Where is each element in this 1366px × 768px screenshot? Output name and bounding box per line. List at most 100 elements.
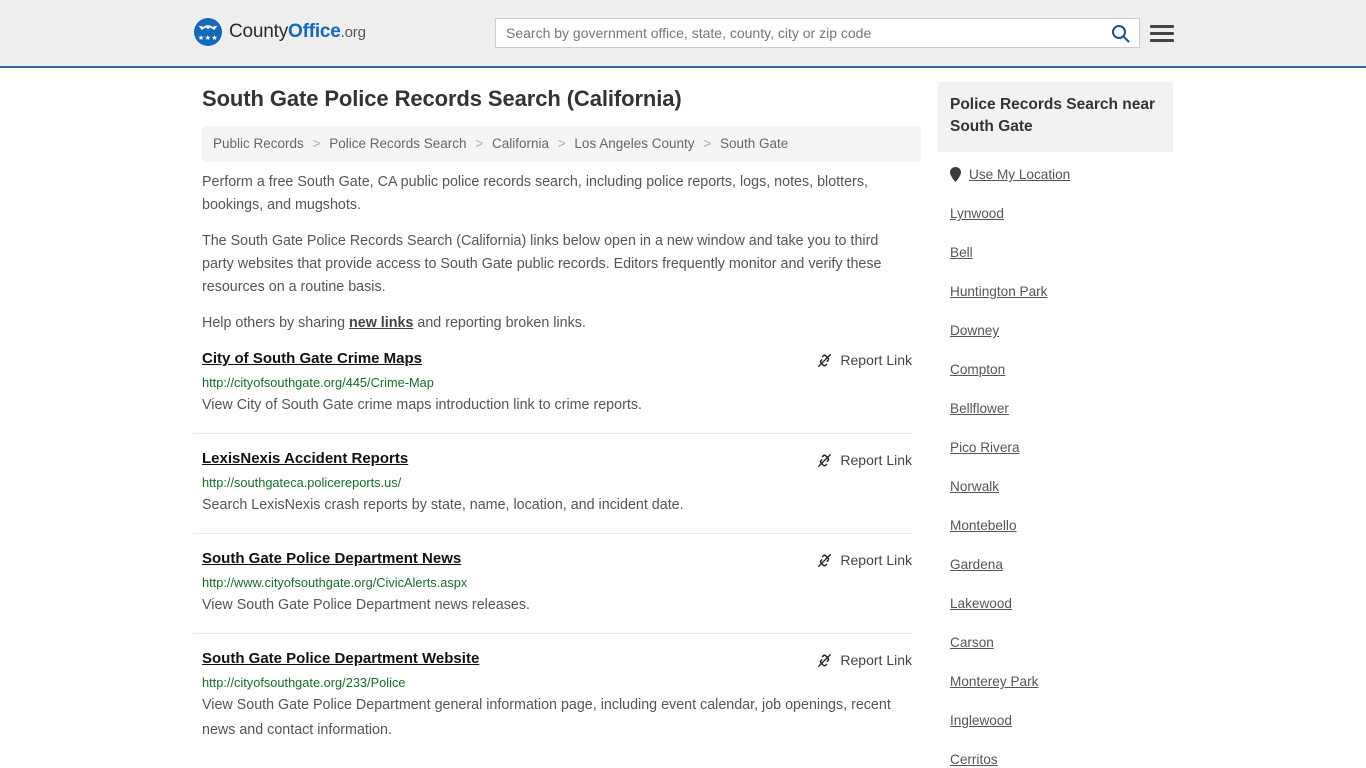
sidebar-city-link[interactable]: Bellflower <box>950 401 1009 416</box>
result-url[interactable]: http://cityofsouthgate.org/233/Police <box>202 673 912 692</box>
sidebar-item-downey[interactable]: Downey <box>938 311 1173 350</box>
sidebar-city-link[interactable]: Monterey Park <box>950 674 1038 689</box>
page-title: South Gate Police Records Search (Califo… <box>202 86 682 111</box>
result-title-link[interactable]: City of South Gate Crime Maps <box>202 349 422 369</box>
intro-paragraph-1: Perform a free South Gate, CA public pol… <box>202 174 868 213</box>
sidebar: Police Records Search near South Gate Us… <box>938 82 1173 768</box>
site-header: ★★★ CountyOffice.org <box>0 0 1366 68</box>
result-url[interactable]: http://southgateca.policereports.us/ <box>202 473 912 492</box>
breadcrumb: Public Records > Police Records Search >… <box>202 126 921 162</box>
main-content: South Gate Police Records Search (Califo… <box>193 82 923 768</box>
sidebar-item-bellflower[interactable]: Bellflower <box>938 389 1173 428</box>
sidebar-item-pico-rivera[interactable]: Pico Rivera <box>938 428 1173 467</box>
logo-stars: ★★★ <box>197 35 219 42</box>
report-link-label: Report Link <box>840 452 912 468</box>
breadcrumb-separator: > <box>703 136 712 151</box>
sidebar-title: Police Records Search near South Gate <box>938 82 1173 152</box>
hamburger-menu-icon <box>1150 24 1174 28</box>
sidebar-item-monterey-park[interactable]: Monterey Park <box>938 662 1173 701</box>
sidebar-item-gardena[interactable]: Gardena <box>938 545 1173 584</box>
use-my-location-link[interactable]: Use My Location <box>969 166 1070 183</box>
new-links-link[interactable]: new links <box>349 315 413 331</box>
result-url[interactable]: http://www.cityofsouthgate.org/CivicAler… <box>202 573 912 592</box>
sidebar-city-list: Use My Location Lynwood Bell Huntington … <box>938 152 1173 768</box>
sidebar-city-link[interactable]: Downey <box>950 323 999 338</box>
result-description: Search LexisNexis crash reports by state… <box>202 497 684 513</box>
report-link-label: Report Link <box>840 552 912 568</box>
report-link-label: Report Link <box>840 652 912 668</box>
sidebar-city-link[interactable]: Lynwood <box>950 206 1004 221</box>
sidebar-item-compton[interactable]: Compton <box>938 350 1173 389</box>
broken-link-icon <box>818 453 832 467</box>
search-icon <box>1111 24 1129 42</box>
sidebar-city-link[interactable]: Pico Rivera <box>950 440 1020 455</box>
hamburger-menu-button[interactable] <box>1150 20 1176 46</box>
breadcrumb-separator: > <box>557 136 566 151</box>
logo-text-county: County <box>229 20 289 42</box>
result-title-link[interactable]: LexisNexis Accident Reports <box>202 449 408 469</box>
sidebar-city-link[interactable]: Compton <box>950 362 1005 377</box>
breadcrumb-item-south-gate[interactable]: South Gate <box>720 136 788 151</box>
breadcrumb-item-california[interactable]: California <box>492 136 549 151</box>
share-text-before: Help others by sharing <box>202 315 350 331</box>
result-title-link[interactable]: South Gate Police Department Website <box>202 649 479 669</box>
broken-link-icon <box>818 553 832 567</box>
sidebar-item-montebello[interactable]: Montebello <box>938 506 1173 545</box>
report-link-button[interactable]: Report Link <box>817 651 912 669</box>
result-item: City of South Gate Crime Maps http://cit… <box>193 349 912 434</box>
broken-link-icon <box>818 353 832 367</box>
sidebar-item-inglewood[interactable]: Inglewood <box>938 701 1173 740</box>
result-description: View City of South Gate crime maps intro… <box>202 397 642 413</box>
sidebar-item-bell[interactable]: Bell <box>938 233 1173 272</box>
result-item: LexisNexis Accident Reports http://south… <box>193 449 912 534</box>
result-item: South Gate Police Department News http:/… <box>193 549 912 634</box>
page-body: South Gate Police Records Search (Califo… <box>0 68 1366 768</box>
sidebar-item-carson[interactable]: Carson <box>938 623 1173 662</box>
sidebar-city-link[interactable]: Cerritos <box>950 752 998 767</box>
sidebar-item-lakewood[interactable]: Lakewood <box>938 584 1173 623</box>
sidebar-city-link[interactable]: Lakewood <box>950 596 1012 611</box>
intro-paragraph-3: Help others by sharing new links and rep… <box>202 312 902 335</box>
intro-section: Perform a free South Gate, CA public pol… <box>193 171 923 335</box>
result-description: View South Gate Police Department news r… <box>202 597 530 613</box>
intro-paragraph-2: The South Gate Police Records Search (Ca… <box>202 233 882 295</box>
sidebar-item-use-my-location[interactable]: Use My Location <box>938 152 1173 194</box>
sidebar-city-link[interactable]: Norwalk <box>950 479 999 494</box>
search-button[interactable] <box>1101 19 1139 47</box>
sidebar-city-link[interactable]: Carson <box>950 635 994 650</box>
breadcrumb-item-police-records-search[interactable]: Police Records Search <box>329 136 466 151</box>
result-url[interactable]: http://cityofsouthgate.org/445/Crime-Map <box>202 373 912 392</box>
share-text-after: and reporting broken links. <box>413 315 586 331</box>
report-link-button[interactable]: Report Link <box>817 551 912 569</box>
hamburger-menu-icon <box>1150 31 1174 35</box>
map-pin-icon <box>950 167 961 182</box>
sidebar-item-norwalk[interactable]: Norwalk <box>938 467 1173 506</box>
sidebar-city-link[interactable]: Gardena <box>950 557 1003 572</box>
sidebar-item-lynwood[interactable]: Lynwood <box>938 194 1173 233</box>
sidebar-city-link[interactable]: Huntington Park <box>950 284 1047 299</box>
report-link-button[interactable]: Report Link <box>817 351 912 369</box>
result-title-link[interactable]: South Gate Police Department News <box>202 549 461 569</box>
broken-link-icon <box>818 653 832 667</box>
breadcrumb-item-los-angeles-county[interactable]: Los Angeles County <box>574 136 694 151</box>
search-input[interactable] <box>496 19 1101 47</box>
report-link-button[interactable]: Report Link <box>817 451 912 469</box>
sidebar-item-huntington-park[interactable]: Huntington Park <box>938 272 1173 311</box>
site-logo-link[interactable]: ★★★ CountyOffice.org <box>194 18 366 46</box>
hamburger-menu-icon <box>1150 38 1174 42</box>
sidebar-city-link[interactable]: Inglewood <box>950 713 1012 728</box>
result-description: View South Gate Police Department genera… <box>202 697 891 738</box>
search-bar <box>495 18 1140 48</box>
eagle-shield-logo-icon: ★★★ <box>194 18 222 46</box>
report-link-label: Report Link <box>840 352 912 368</box>
results-list: City of South Gate Crime Maps http://cit… <box>193 349 923 758</box>
sidebar-city-link[interactable]: Montebello <box>950 518 1017 533</box>
sidebar-item-cerritos[interactable]: Cerritos <box>938 740 1173 768</box>
logo-text-office: Office <box>288 20 341 42</box>
sidebar-city-link[interactable]: Bell <box>950 245 973 260</box>
site-logo-text: CountyOffice.org <box>229 20 366 43</box>
result-item: South Gate Police Department Website htt… <box>193 649 912 758</box>
breadcrumb-item-public-records[interactable]: Public Records <box>213 136 304 151</box>
breadcrumb-separator: > <box>312 136 321 151</box>
breadcrumb-separator: > <box>475 136 484 151</box>
